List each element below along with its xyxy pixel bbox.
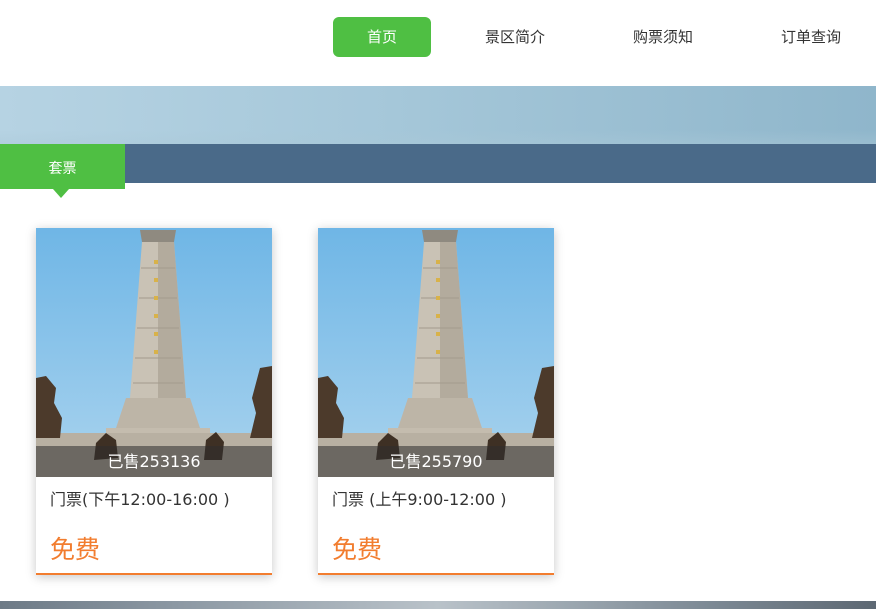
top-nav: 首页 景区简介 购票须知 订单查询: [0, 0, 876, 86]
nav-item-home[interactable]: 首页: [333, 17, 431, 57]
nav-item-purchase-notice[interactable]: 购票须知: [612, 17, 714, 57]
ticket-price: 免费: [332, 535, 383, 564]
monument-photo[interactable]: 已售253136: [36, 228, 272, 477]
card-accent-line: [318, 573, 554, 575]
card-accent-line: [36, 573, 272, 575]
banner-image: [0, 86, 876, 144]
ticket-title[interactable]: 门票 (上午9:00-12:00 ): [332, 486, 506, 510]
sold-count-label: 已售255790: [318, 446, 554, 477]
sold-count-label: 已售253136: [36, 446, 272, 477]
monument-photo[interactable]: 已售255790: [318, 228, 554, 477]
footer-image-strip: [0, 601, 876, 609]
tab-pointer-arrow: [53, 189, 69, 198]
product-card[interactable]: 已售255790 门票 (上午9:00-12:00 ) 免费: [318, 228, 554, 575]
nav-item-scenic-intro[interactable]: 景区简介: [466, 17, 564, 57]
product-card[interactable]: 已售253136 门票(下午12:00-16:00 ) 免费: [36, 228, 272, 575]
category-tab-bar: [0, 144, 876, 183]
ticket-title[interactable]: 门票(下午12:00-16:00 ): [50, 486, 230, 510]
tab-package-tickets[interactable]: 套票: [0, 144, 125, 189]
nav-item-order-query[interactable]: 订单查询: [762, 17, 860, 57]
ticket-price: 免费: [50, 535, 101, 564]
